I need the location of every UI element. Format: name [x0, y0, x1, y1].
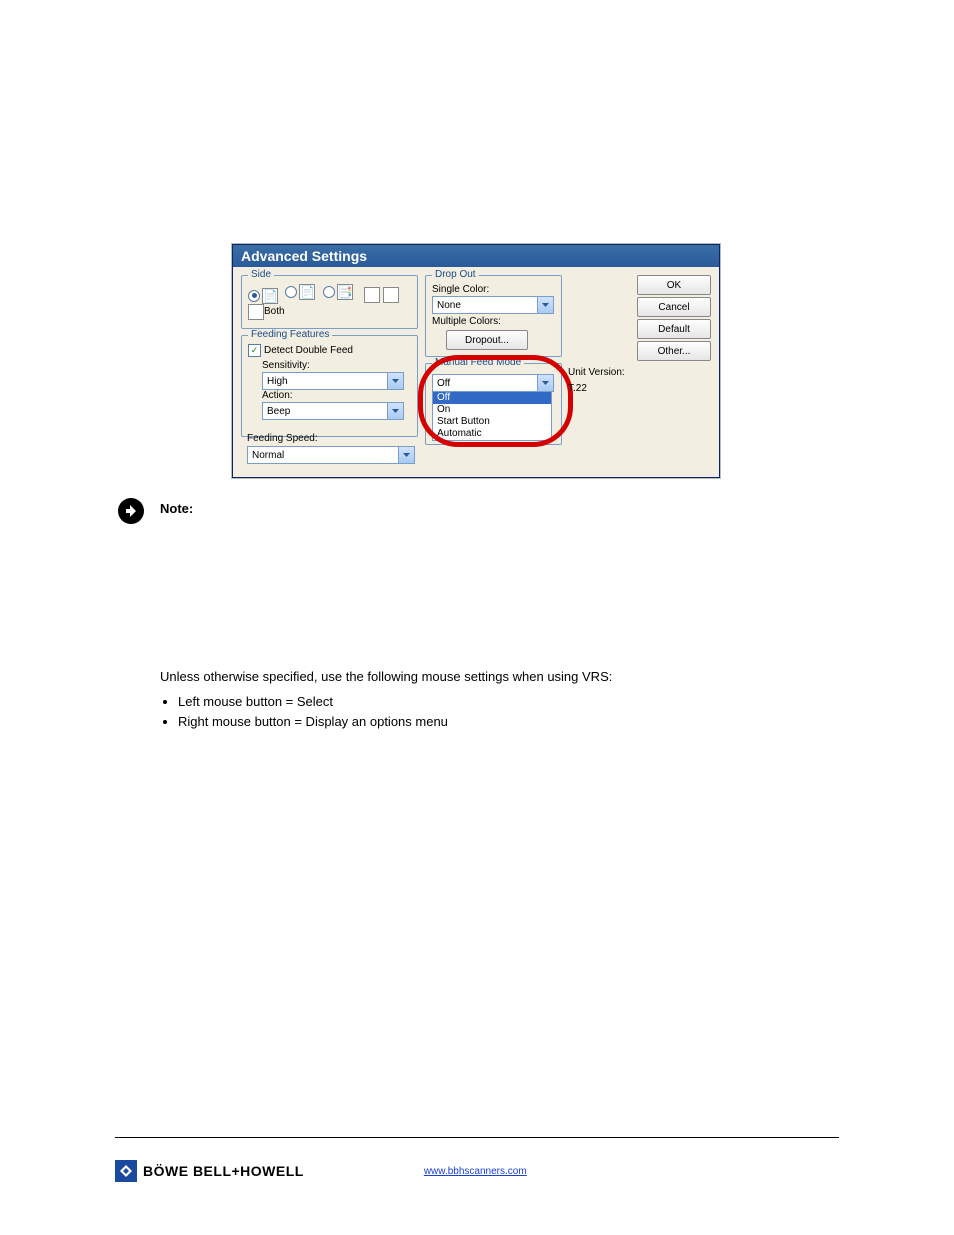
- footer-rule: [115, 1137, 839, 1138]
- single-color-value: None: [433, 300, 537, 311]
- default-button[interactable]: Default: [637, 319, 711, 339]
- group-side: Side 📄 📄 📑 Both: [241, 275, 418, 329]
- legend-side: Side: [248, 269, 274, 280]
- single-color-label: Single Color:: [432, 284, 489, 295]
- chevron-down-icon: [387, 373, 403, 389]
- note-text: Unless otherwise specified, use the foll…: [160, 668, 824, 686]
- radio-both[interactable]: 📑: [323, 284, 353, 300]
- dialog-title: Advanced Settings: [233, 245, 719, 267]
- unit-version-label: Unit Version:: [568, 367, 625, 378]
- page-front-icon: 📄: [262, 288, 278, 304]
- note-label: Note:: [160, 501, 193, 516]
- feeding-speed-select[interactable]: Normal: [247, 446, 415, 464]
- page-back-icon: 📄: [299, 284, 315, 300]
- feeding-speed-label: Feeding Speed:: [247, 433, 318, 444]
- sensitivity-value: High: [263, 376, 387, 387]
- action-label: Action:: [262, 390, 293, 401]
- group-dropout: Drop Out Single Color: None Multiple Col…: [425, 275, 562, 357]
- radio-back[interactable]: 📄: [285, 284, 315, 300]
- blank-box-2: [383, 287, 399, 303]
- multiple-colors-label: Multiple Colors:: [432, 316, 501, 327]
- logo-mark-icon: [115, 1160, 137, 1182]
- sensitivity-select[interactable]: High: [262, 372, 404, 390]
- legend-feeding: Feeding Features: [248, 329, 332, 340]
- action-value: Beep: [263, 406, 387, 417]
- advanced-settings-dialog: Advanced Settings Side 📄 📄 📑 Both Feedin…: [232, 244, 720, 478]
- footer: BÖWE BELL+HOWELL www.bbhscanners.com: [115, 1160, 839, 1182]
- feeding-speed-value: Normal: [248, 450, 398, 461]
- sensitivity-label: Sensitivity:: [262, 360, 310, 371]
- group-feeding-features: Feeding Features ✓ Detect Double Feed Se…: [241, 335, 418, 437]
- chevron-down-icon: [537, 297, 553, 313]
- blank-box-3: [248, 304, 264, 320]
- radio-front[interactable]: 📄: [248, 288, 278, 304]
- ok-button[interactable]: OK: [637, 275, 711, 295]
- unit-version-value: T.22: [568, 383, 587, 394]
- logo: BÖWE BELL+HOWELL: [115, 1160, 304, 1182]
- action-select[interactable]: Beep: [262, 402, 404, 420]
- legend-dropout: Drop Out: [432, 269, 479, 280]
- page-both-icon: 📑: [337, 284, 353, 300]
- chevron-down-icon: [387, 403, 403, 419]
- note-bullet-2: Right mouse button = Display an options …: [178, 712, 824, 732]
- detect-double-feed-checkbox[interactable]: ✓: [248, 344, 261, 357]
- chevron-down-icon: [398, 447, 414, 463]
- footer-link[interactable]: www.bbhscanners.com: [424, 1166, 527, 1177]
- blank-box-1: [364, 287, 380, 303]
- note-arrow-icon: [118, 498, 144, 524]
- cancel-button[interactable]: Cancel: [637, 297, 711, 317]
- detect-double-feed-label: Detect Double Feed: [264, 345, 353, 356]
- side-both-label: Both: [264, 306, 285, 317]
- brand-text: BÖWE BELL+HOWELL: [143, 1163, 304, 1179]
- single-color-select[interactable]: None: [432, 296, 554, 314]
- note-bullet-1: Left mouse button = Select: [178, 692, 824, 712]
- other-button[interactable]: Other...: [637, 341, 711, 361]
- highlight-circle: [418, 355, 573, 447]
- dropout-button[interactable]: Dropout...: [446, 330, 528, 350]
